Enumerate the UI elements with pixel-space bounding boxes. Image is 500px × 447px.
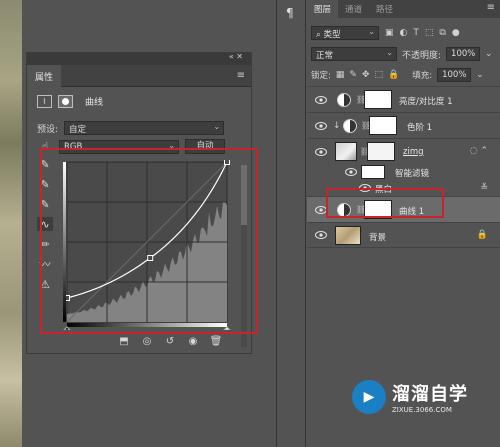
clip-to-layer-icon[interactable]: ⬒ xyxy=(117,335,131,347)
preset-row: 预设: 自定 ⌄ xyxy=(37,121,225,135)
filter-value: 类型 xyxy=(323,30,341,40)
chevron-down-icon: ⌄ xyxy=(213,122,221,131)
blend-mode-value: 正常 xyxy=(316,51,334,61)
document-canvas-edge xyxy=(0,0,22,447)
adjustment-filter-icon[interactable]: ◐ xyxy=(400,28,408,38)
play-logo-icon: ▶ xyxy=(352,380,386,414)
collapse-icon[interactable]: « ✕ xyxy=(229,52,243,61)
eye-icon[interactable] xyxy=(315,231,327,239)
pixel-filter-icon[interactable]: ▣ xyxy=(385,28,394,38)
layer-name[interactable]: 背景 xyxy=(369,231,386,243)
lock-image-icon[interactable]: ✎ xyxy=(349,70,357,80)
chevron-down-icon: ⌄ xyxy=(386,48,393,57)
smart-object-thumbnail[interactable] xyxy=(335,142,357,161)
opacity-value: 100% xyxy=(451,49,476,59)
preset-label: 预设: xyxy=(37,124,59,135)
layer-mask-thumbnail[interactable] xyxy=(364,90,392,109)
layer-row-brightness[interactable]: ⛓ 亮度/对比度 1 xyxy=(307,86,500,112)
panel-tool-rail: ¶ xyxy=(276,0,306,447)
eye-icon[interactable] xyxy=(315,95,327,104)
adjustment-title: 曲线 xyxy=(85,97,104,108)
eye-icon[interactable] xyxy=(345,168,357,176)
layer-row-zimg[interactable]: ⛓ zimg ◌ ⌃ xyxy=(307,138,500,164)
clip-arrow-icon: ↓ xyxy=(333,121,341,131)
reset-icon[interactable]: ↺ xyxy=(163,335,177,347)
lock-position-icon[interactable]: ✥ xyxy=(362,70,370,80)
smart-filter-icon[interactable]: ◌ ⌃ xyxy=(470,146,488,156)
layer-mask-thumbnail[interactable] xyxy=(369,116,397,135)
blend-row: 正常 ⌄ 不透明度: 100% ⌄ xyxy=(311,47,493,61)
smart-object-filter-icon[interactable]: ⧉ xyxy=(439,28,445,38)
panel-menu-icon[interactable]: ≡ xyxy=(237,70,245,81)
opacity-label: 不透明度: xyxy=(402,50,442,61)
layer-filter-dropdown[interactable]: ⌕ 类型 ⌄ xyxy=(311,26,379,40)
adjustment-header: ⌇ 曲线 xyxy=(37,93,103,109)
eye-icon[interactable] xyxy=(315,147,327,156)
layer-row-background[interactable]: 背景 🔒 xyxy=(307,222,500,248)
lock-icon[interactable]: 🔒 xyxy=(477,230,488,240)
watermark: ▶ 溜溜自学 ZIXUE.3066.COM xyxy=(352,380,468,414)
layer-name[interactable]: zimg xyxy=(403,147,424,157)
type-filter-icon[interactable]: T xyxy=(413,28,419,38)
curves-adjustment-icon: ⌇ xyxy=(37,94,52,108)
preset-dropdown[interactable]: 自定 ⌄ xyxy=(64,121,225,135)
watermark-url: ZIXUE.3066.COM xyxy=(392,406,452,414)
filter-toggle-icon[interactable]: ● xyxy=(452,28,460,38)
layer-list: ⛓ 亮度/对比度 1 ↓ ⛓ 色阶 1 ⛓ zimg ◌ ⌃ 智能滤镜 黑白 ≚… xyxy=(307,86,500,248)
lock-all-icon[interactable]: 🔒 xyxy=(388,70,399,80)
lock-transparent-icon[interactable]: ▦ xyxy=(336,70,345,80)
delete-trash-icon[interactable]: 🗑 xyxy=(209,335,223,347)
opacity-field[interactable]: 100% xyxy=(446,47,481,61)
layer-row-smart-filters[interactable]: 智能滤镜 xyxy=(307,164,500,180)
fill-value: 100% xyxy=(442,70,467,80)
layer-mask-icon[interactable] xyxy=(58,94,73,108)
watermark-text: 溜溜自学 ZIXUE.3066.COM xyxy=(392,380,468,414)
filter-options-icon[interactable]: ≚ xyxy=(480,183,488,193)
properties-titlebar[interactable]: « ✕ xyxy=(27,52,251,65)
blend-mode-dropdown[interactable]: 正常 ⌄ xyxy=(311,47,397,61)
layers-tabbar: 图层 通道 路径 ≡ xyxy=(307,0,500,18)
layer-mask-thumbnail[interactable] xyxy=(367,142,395,161)
highlight-curves-area xyxy=(40,148,258,334)
highlight-curves-layer xyxy=(326,188,444,218)
tab-channels[interactable]: 通道 xyxy=(338,0,369,18)
properties-bottom-bar: ⬒ ◎ ↺ ◉ 🗑 xyxy=(117,335,223,347)
eye-icon[interactable] xyxy=(315,121,327,130)
watermark-brand: 溜溜自学 xyxy=(392,384,468,405)
smart-filter-mask-thumbnail[interactable] xyxy=(361,165,385,179)
layer-name[interactable]: 色阶 1 xyxy=(407,121,432,133)
layer-row-levels[interactable]: ↓ ⛓ 色阶 1 xyxy=(307,112,500,138)
lock-artboard-icon[interactable]: ⬚ xyxy=(374,70,383,80)
shape-filter-icon[interactable]: ⬚ xyxy=(425,28,434,38)
fill-label: 填充: xyxy=(412,71,433,81)
layer-filter-row: ⌕ 类型 ⌄ ▣ ◐ T ⬚ ⧉ ● xyxy=(311,26,460,40)
panel-menu-icon[interactable]: ≡ xyxy=(487,2,495,13)
layer-name[interactable]: 智能滤镜 xyxy=(395,167,429,179)
tab-layers[interactable]: 图层 xyxy=(307,0,339,18)
tab-paths[interactable]: 路径 xyxy=(369,0,400,18)
visibility-eye-icon[interactable]: ◉ xyxy=(186,335,200,347)
chevron-down-icon[interactable]: ⌄ xyxy=(485,49,493,59)
chevron-down-icon: ⌄ xyxy=(368,27,375,36)
background-thumbnail[interactable] xyxy=(335,226,361,245)
tab-properties[interactable]: 属性 xyxy=(27,65,62,87)
view-previous-state-icon[interactable]: ◎ xyxy=(140,335,154,347)
fill-field[interactable]: 100% xyxy=(437,68,472,82)
chevron-down-icon[interactable]: ⌄ xyxy=(476,70,484,80)
lock-label: 锁定: xyxy=(311,71,331,81)
preset-value: 自定 xyxy=(69,125,87,135)
brightness-adjustment-icon xyxy=(337,93,351,107)
lock-row: 锁定: ▦ ✎ ✥ ⬚ 🔒 填充: 100% ⌄ xyxy=(311,68,484,82)
paragraph-icon[interactable]: ¶ xyxy=(286,6,294,20)
properties-tabbar: 属性 ≡ xyxy=(27,65,251,87)
levels-adjustment-icon xyxy=(343,119,357,133)
layer-name[interactable]: 亮度/对比度 1 xyxy=(399,95,452,107)
